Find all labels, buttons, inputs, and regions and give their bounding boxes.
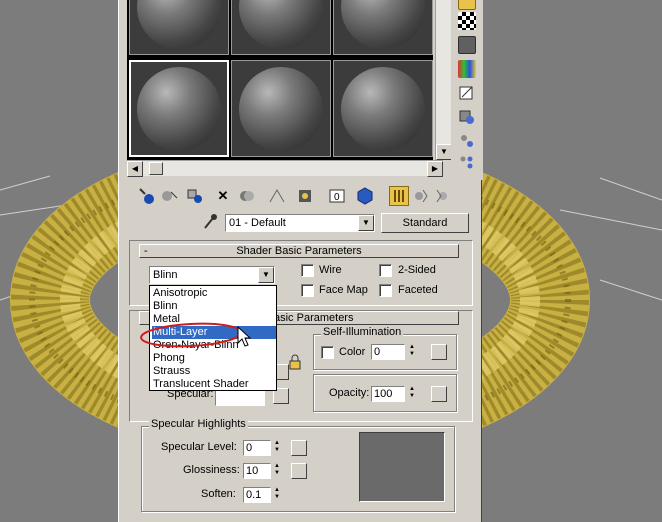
material-effects-channel-icon[interactable]: 0: [327, 186, 347, 206]
sample-slots-grid: [127, 0, 433, 160]
sample-slot[interactable]: [333, 60, 433, 157]
sample-type-icon[interactable]: [458, 0, 476, 10]
face-map-label: Face Map: [319, 284, 368, 296]
self-illum-value-field[interactable]: 0: [371, 344, 405, 360]
background-checker-icon[interactable]: [458, 12, 476, 30]
annotation-circle: [140, 322, 242, 348]
material-editor-window: ▼ ◀ ▶ ✕ 0 01 - Default ▼ Standard - Shad…: [118, 0, 483, 522]
shader-type-value: Blinn: [153, 269, 178, 281]
opacity-map-button[interactable]: [431, 386, 447, 402]
reset-map-icon[interactable]: ✕: [213, 186, 233, 206]
specular-level-label: Specular Level:: [161, 441, 237, 453]
scroll-thumb[interactable]: [149, 162, 163, 175]
go-to-parent-icon[interactable]: [411, 186, 431, 206]
get-material-icon[interactable]: [137, 186, 157, 206]
wire-checkbox[interactable]: [301, 264, 314, 277]
shader-rollout-header[interactable]: - Shader Basic Parameters: [139, 244, 459, 258]
chevron-down-icon[interactable]: ▼: [358, 215, 374, 231]
sample-slots-vertical-scrollbar[interactable]: ▼: [435, 0, 452, 160]
faceted-checkbox[interactable]: [379, 284, 392, 297]
opacity-spinner[interactable]: ▲ ▼: [407, 386, 417, 402]
soften-field[interactable]: 0.1: [243, 487, 271, 503]
sample-sphere: [137, 0, 221, 49]
backlight-icon[interactable]: [458, 36, 476, 54]
sample-sphere: [239, 66, 323, 151]
face-map-checkbox[interactable]: [301, 284, 314, 297]
video-color-check-icon[interactable]: [458, 84, 476, 102]
mouse-cursor-icon: [237, 326, 252, 347]
soften-label: Soften:: [201, 488, 236, 500]
two-sided-label: 2-Sided: [398, 264, 436, 276]
shader-type-dropdown[interactable]: Blinn ▼: [149, 266, 275, 284]
blinn-rollout-title: asic Parameters: [274, 312, 354, 324]
glossiness-map-button[interactable]: [291, 463, 307, 479]
go-forward-to-sibling-icon[interactable]: [433, 186, 453, 206]
rollout-collapse-glyph: -: [144, 245, 148, 257]
show-end-result-icon[interactable]: [389, 186, 409, 206]
faceted-label: Faceted: [398, 284, 438, 296]
opacity-value-field[interactable]: 100: [371, 386, 405, 402]
two-sided-checkbox[interactable]: [379, 264, 392, 277]
material-name-value: 01 - Default: [229, 217, 286, 229]
sample-slot[interactable]: [333, 0, 433, 55]
make-material-copy-icon[interactable]: [237, 186, 257, 206]
assign-material-to-selection-icon[interactable]: [185, 186, 205, 206]
scroll-left-icon[interactable]: ◀: [127, 161, 143, 177]
material-type-button[interactable]: Standard: [381, 213, 469, 233]
specular-highlights-label: Specular Highlights: [149, 418, 248, 430]
opacity-label: Opacity:: [329, 387, 370, 399]
eyedropper-icon[interactable]: [201, 212, 219, 232]
glossiness-label: Glossiness:: [183, 464, 240, 476]
dropdown-item-blinn[interactable]: Blinn: [152, 300, 276, 313]
dropdown-item-anisotropic[interactable]: Anisotropic: [152, 287, 276, 300]
sample-sphere: [341, 66, 425, 151]
scroll-down-icon[interactable]: ▼: [436, 144, 452, 160]
scroll-right-icon[interactable]: ▶: [427, 161, 443, 177]
glossiness-spinner[interactable]: ▲ ▼: [272, 463, 282, 479]
self-illum-map-button[interactable]: [431, 344, 447, 360]
self-illum-color-checkbox[interactable]: [321, 346, 334, 359]
wire-label: Wire: [319, 264, 342, 276]
material-toolbar: ✕ 0: [127, 184, 467, 210]
put-material-to-scene-icon[interactable]: [159, 186, 179, 206]
sample-sphere: [341, 0, 425, 49]
make-unique-icon[interactable]: [267, 186, 287, 206]
dropdown-item-strauss[interactable]: Strauss: [152, 365, 276, 378]
sample-uv-tiling-icon[interactable]: [458, 60, 476, 78]
sample-sphere: [137, 66, 221, 151]
lock-icon[interactable]: [287, 354, 303, 370]
select-by-material-icon[interactable]: [458, 154, 476, 172]
sample-slot[interactable]: [129, 0, 229, 55]
make-preview-icon[interactable]: [458, 108, 476, 126]
specular-level-spinner[interactable]: ▲ ▼: [272, 440, 282, 456]
show-map-in-viewport-icon[interactable]: [355, 186, 375, 206]
soften-spinner[interactable]: ▲ ▼: [272, 487, 282, 503]
sample-slot[interactable]: [231, 60, 331, 157]
options-icon[interactable]: [458, 132, 476, 150]
glossiness-field[interactable]: 10: [243, 463, 271, 479]
put-to-library-icon[interactable]: [295, 186, 315, 206]
specular-level-map-button[interactable]: [291, 440, 307, 456]
self-illumination-label: Self-Illumination: [321, 326, 404, 338]
chevron-down-icon[interactable]: ▼: [258, 267, 274, 283]
sample-slots-horizontal-scrollbar[interactable]: ◀ ▶: [127, 160, 443, 177]
specular-highlight-curve-preview: [359, 432, 445, 502]
svg-text:0: 0: [334, 192, 340, 203]
dropdown-item-phong[interactable]: Phong: [152, 352, 276, 365]
self-illum-spinner[interactable]: ▲ ▼: [407, 344, 417, 360]
specular-level-field[interactable]: 0: [243, 440, 271, 456]
shader-rollout-title: Shader Basic Parameters: [236, 245, 362, 257]
self-illum-color-label: Color: [339, 346, 366, 358]
dropdown-item-translucent-shader[interactable]: Translucent Shader: [152, 378, 276, 391]
sample-sphere: [239, 0, 323, 49]
sample-slot-active[interactable]: [129, 60, 229, 157]
side-toolbar: [451, 0, 483, 180]
sample-slot[interactable]: [231, 0, 331, 55]
material-name-dropdown[interactable]: 01 - Default ▼: [225, 214, 375, 232]
